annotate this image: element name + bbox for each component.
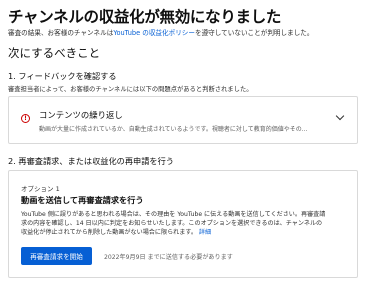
issue-card[interactable]: ! コンテンツの繰り返し 動画が大量に作成されているか、自動生成されているようで…	[8, 96, 358, 144]
option-line-2: 求の内容を確認し、14 日以内に判定をお知らせいたします。このオプションを選択で…	[21, 220, 323, 227]
chevron-down-icon[interactable]	[335, 111, 345, 121]
option-line-3: 収益化が停止されてから削除した動画がない場合に限られます。 詳細	[21, 228, 351, 237]
option-title: 動画を送信して再審査請求を行う	[21, 195, 144, 205]
issue-title: コンテンツの繰り返し	[39, 110, 123, 120]
intro-prefix: 審査の結果、お客様のチャンネルは	[8, 29, 114, 37]
step1-description: 審査担当者によって、お客様のチャンネルには以下の問題点があると判断されました。	[8, 86, 253, 93]
intro-suffix: を遵守していないことが判明しました。	[194, 29, 314, 37]
learn-more-link[interactable]: 詳細	[199, 229, 211, 236]
option-description: YouTube 側に誤りがあると思われる場合は、その理由を YouTube に伝…	[21, 210, 351, 237]
step1-heading: 1. フィードバックを確認する	[8, 71, 117, 81]
deadline-text: 2022年9月9日 までに送信する必要があります	[104, 254, 233, 261]
step2-heading: 2. 再審査請求、または収益化の再申請を行う	[8, 156, 174, 166]
start-appeal-button[interactable]: 再審査請求を開始	[21, 247, 92, 265]
option-line-3-text: 収益化が停止されてから削除した動画がない場合に限られます。	[21, 229, 197, 236]
next-steps-heading: 次にするべきこと	[8, 46, 101, 60]
page-title: チャンネルの収益化が無効になりました	[8, 8, 282, 26]
option-label: オプション 1	[21, 185, 60, 193]
option-line-1: YouTube 側に誤りがあると思われる場合は、その理由を YouTube に伝…	[21, 211, 326, 218]
warning-icon: !	[21, 114, 30, 123]
monetization-policy-link[interactable]: YouTube の収益化ポリシー	[113, 29, 195, 37]
option-card: オプション 1 動画を送信して再審査請求を行う YouTube 側に誤りがあると…	[8, 170, 358, 278]
intro-text: 審査の結果、お客様のチャンネルはYouTube の収益化ポリシーを遵守していない…	[8, 27, 313, 37]
issue-description: 動画が大量に作成されているか、自動生成されているようです。視聴者に対して教育的価…	[39, 126, 308, 133]
